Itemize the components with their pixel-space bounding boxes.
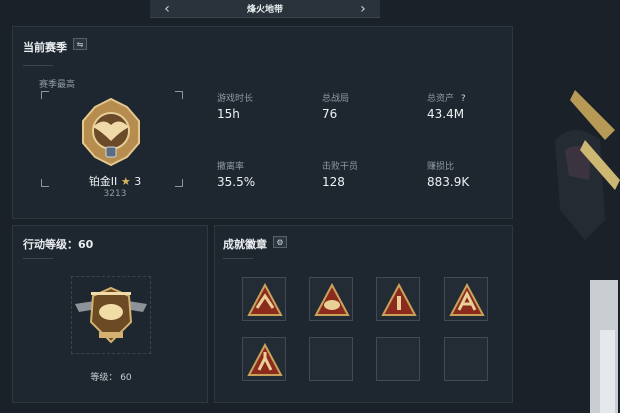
rank-stars: 3 bbox=[134, 175, 142, 188]
rank-line: 铂金II ★ 3 bbox=[85, 173, 145, 189]
stat-label-assets-text: 总资产 bbox=[427, 94, 455, 104]
frame-corner bbox=[175, 91, 183, 99]
stat-value-profit-ratio: 883.9K bbox=[427, 175, 470, 189]
divider bbox=[23, 65, 53, 66]
stat-label-profit-ratio: 赚损比 bbox=[427, 162, 455, 172]
stat-value-matches: 76 bbox=[322, 107, 338, 121]
rank-points: 3213 bbox=[103, 189, 127, 199]
achievement-slot-empty[interactable] bbox=[444, 337, 488, 381]
season-best-label: 赛季最高 bbox=[39, 80, 76, 90]
achievements-panel: 成就徽章 ⚙ bbox=[214, 225, 513, 403]
operator-character-art bbox=[545, 80, 620, 413]
season-panel: 当前赛季 ⇋ 赛季最高 铂金II ★ 3 3213 游戏时长 15h 总战局 7… bbox=[12, 26, 513, 219]
stat-label-extraction-rate: 撤离率 bbox=[217, 162, 245, 172]
achievement-badge-3[interactable] bbox=[376, 277, 420, 321]
action-level-title: 行动等级：60 bbox=[23, 238, 94, 251]
triangle-badge-icon bbox=[449, 282, 485, 316]
stat-value-assets: 43.4M bbox=[427, 107, 465, 121]
chevron-left-icon[interactable]: ‹ bbox=[160, 0, 174, 18]
divider bbox=[23, 258, 53, 259]
stat-value-extraction-rate: 35.5% bbox=[217, 175, 256, 189]
stat-label-matches: 总战局 bbox=[322, 94, 350, 104]
achievement-slot-empty[interactable] bbox=[376, 337, 420, 381]
stat-value-playtime: 15h bbox=[217, 107, 240, 121]
mode-selector-bar: ‹ 烽火地带 › bbox=[150, 0, 380, 18]
action-level-panel: 行动等级：60 等级： 60 bbox=[12, 225, 208, 403]
platinum-rank-emblem-icon bbox=[82, 97, 140, 167]
divider bbox=[223, 258, 253, 259]
action-level-label: 等级： 60 bbox=[90, 373, 132, 383]
helicopter-level-emblem-icon bbox=[75, 286, 147, 344]
triangle-badge-icon bbox=[247, 342, 283, 376]
triangle-badge-icon bbox=[381, 282, 417, 316]
gear-icon[interactable]: ⚙ bbox=[273, 236, 287, 248]
swap-season-button[interactable]: ⇋ bbox=[73, 38, 87, 50]
achievement-badge-4[interactable] bbox=[444, 277, 488, 321]
chevron-right-icon[interactable]: › bbox=[356, 0, 370, 18]
triangle-badge-icon bbox=[314, 282, 350, 316]
achievement-badge-1[interactable] bbox=[242, 277, 286, 321]
frame-corner bbox=[41, 91, 49, 99]
help-icon[interactable]: ? bbox=[461, 94, 466, 104]
frame-corner bbox=[41, 179, 49, 187]
rank-name: 铂金II bbox=[88, 175, 118, 188]
achievement-badge-5[interactable] bbox=[242, 337, 286, 381]
stat-label-kills: 击败干员 bbox=[322, 162, 359, 172]
mode-title: 烽火地带 bbox=[246, 5, 283, 15]
stat-value-kills: 128 bbox=[322, 175, 345, 189]
achievement-slot-empty[interactable] bbox=[309, 337, 353, 381]
stat-label-assets: 总资产 ? bbox=[427, 91, 466, 104]
season-title: 当前赛季 bbox=[23, 41, 67, 54]
triangle-badge-icon bbox=[247, 282, 283, 316]
star-icon: ★ bbox=[120, 175, 131, 188]
achievements-title: 成就徽章 bbox=[223, 238, 267, 251]
stat-label-playtime: 游戏时长 bbox=[217, 94, 254, 104]
achievement-badge-2[interactable] bbox=[309, 277, 353, 321]
frame-corner bbox=[175, 179, 183, 187]
